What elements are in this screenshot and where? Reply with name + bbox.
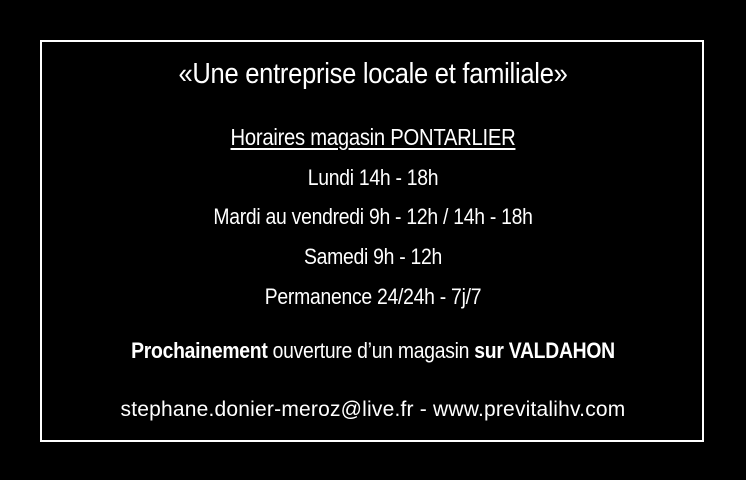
- opening-announcement: Prochainement ouverture d’un magasin sur…: [45, 338, 701, 364]
- hours-title: Horaires magasin PONTARLIER: [45, 124, 701, 151]
- hours-line-permanence: Permanence 24/24h - 7j/7: [264, 284, 482, 309]
- hours-title-text: Horaires magasin PONTARLIER: [230, 124, 516, 150]
- announcement-location: sur VALDAHON: [474, 338, 615, 363]
- info-frame: [40, 40, 704, 442]
- contact-email: stephane.donier-meroz@live.fr: [120, 398, 414, 421]
- contact-website: www.previtalihv.com: [433, 398, 626, 421]
- announcement-prefix: Prochainement: [131, 338, 268, 363]
- slogan: «Une entreprise locale et familiale»: [178, 58, 568, 90]
- contact-separator: -: [413, 398, 434, 421]
- hours-line-saturday: Samedi 9h - 12h: [303, 244, 443, 269]
- hours-line-monday: Lundi 14h - 18h: [307, 165, 439, 190]
- contact-line: stephane.donier-meroz@live.fr - www.prev…: [0, 398, 746, 422]
- announcement-middle: ouverture d’un magasin: [267, 338, 475, 363]
- hours-line-weekdays: Mardi au vendredi 9h - 12h / 14h - 18h: [213, 204, 533, 229]
